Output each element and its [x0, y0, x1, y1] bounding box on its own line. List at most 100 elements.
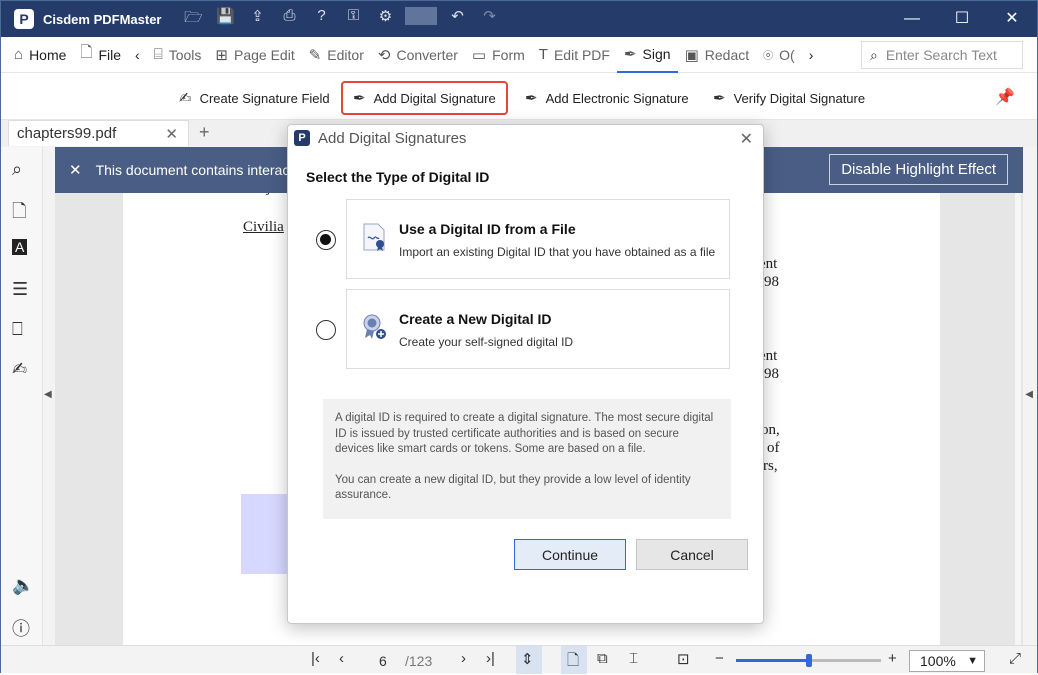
fullscreen-icon[interactable]: ⤢ [1009, 650, 1021, 667]
dialog-header: P Add Digital Signatures ✕ [288, 125, 763, 151]
create-signature-field-button[interactable]: ✍ Create Signature Field [169, 81, 340, 115]
two-page-icon[interactable]: ⧉ [597, 650, 608, 667]
banner-message: This document contains interac [95, 162, 290, 178]
menu-home[interactable]: ⌂ Home [7, 37, 73, 73]
menu-page-edit[interactable]: ⊞ Page Edit [208, 37, 301, 73]
verify-digital-signature-button[interactable]: ✒ Verify Digital Signature [703, 81, 875, 115]
option-description: Create your self-signed digital ID [399, 335, 574, 349]
close-tab-icon[interactable]: ✕ [165, 125, 178, 143]
collapse-left-icon[interactable]: ◀ [44, 389, 52, 400]
menu-form[interactable]: ▭ Form [465, 37, 532, 73]
add-tab-icon[interactable]: + [199, 122, 210, 143]
menu-tools[interactable]: ⌸ Tools [147, 37, 209, 73]
key-icon[interactable]: ⚿ [337, 7, 369, 32]
menu-ocr[interactable]: ⓞ O( [756, 37, 802, 73]
zoom-in-icon[interactable]: + [888, 650, 897, 667]
electronic-pen-icon: ✒ [525, 90, 538, 107]
info-panel: A digital ID is required to create a dig… [323, 399, 731, 519]
disable-highlight-button[interactable]: Disable Highlight Effect [829, 154, 1008, 185]
menu-ocr-label: O( [779, 46, 795, 63]
sign-toolbar: ✍ Create Signature Field ✒ Add Digital Sig… [1, 73, 1037, 120]
share-icon[interactable]: ⇪ [241, 7, 273, 32]
verify-digital-signature-label: Verify Digital Signature [733, 90, 866, 106]
redo-icon[interactable]: ↷ [473, 7, 505, 32]
app-title: Cisdem PDFMaster [43, 11, 162, 27]
tab-label: chapters99.pdf [17, 125, 117, 142]
radio-new-digital-id[interactable] [316, 320, 336, 340]
add-digital-signature-button[interactable]: ✒ Add Digital Signature [341, 81, 508, 115]
next-page-icon[interactable]: › [461, 650, 466, 667]
chevron-left-icon: ‹ [135, 46, 140, 63]
zoom-value: 100% [920, 653, 956, 669]
chevron-down-icon: ▼ [967, 655, 978, 667]
menu-page-edit-label: Page Edit [234, 46, 295, 63]
fit-page-icon[interactable]: ⊡ [677, 650, 690, 668]
zoom-out-icon[interactable]: − [715, 650, 724, 667]
current-page[interactable]: 6 [379, 653, 387, 669]
sidebar-speaker-icon[interactable]: 🔈 [12, 575, 34, 596]
sidebar-text-icon[interactable]: A [12, 239, 28, 255]
previous-page-icon[interactable]: ‹ [339, 650, 344, 667]
menu-redact[interactable]: ▣ Redact [678, 37, 757, 73]
sidebar-signature-icon[interactable]: ✍ [12, 359, 27, 380]
menu-sign[interactable]: ✒ Sign [616, 37, 678, 73]
sidebar-outline-icon[interactable]: ☰ [12, 279, 28, 300]
menu-editor-label: Editor [327, 46, 364, 63]
print-icon[interactable]: ⎙ [273, 7, 305, 32]
title-bar: P Cisdem PDFMaster 🗁 💾 ⇪ ⎙ ? ⚿ ⚙ ↶ ↷ — ☐… [1, 1, 1037, 37]
save-icon[interactable]: 💾 [209, 7, 241, 32]
cancel-button[interactable]: Cancel [636, 539, 748, 570]
dialog-close-icon[interactable]: ✕ [740, 129, 753, 149]
menu-file[interactable]: 🗋 File [73, 37, 128, 73]
text-select-icon[interactable]: ⌶ [629, 650, 638, 667]
help-icon[interactable]: ? [305, 7, 337, 32]
vertical-scrollbar[interactable] [1015, 193, 1021, 645]
minimize-button[interactable]: — [887, 1, 937, 37]
redact-icon: ▣ [684, 46, 699, 64]
sidebar-search-icon[interactable]: ⌕ [12, 159, 22, 180]
dialog-heading: Select the Type of Digital ID [306, 169, 490, 185]
zoom-slider[interactable] [736, 654, 881, 667]
app-window: P Cisdem PDFMaster 🗁 💾 ⇪ ⎙ ? ⚿ ⚙ ↶ ↷ — ☐… [0, 0, 1038, 674]
radio-digital-id-file[interactable] [316, 230, 336, 250]
option-new-digital-id[interactable]: Create a New Digital ID Create your self… [346, 289, 730, 369]
zoom-slider-knob[interactable] [806, 654, 812, 667]
undo-icon[interactable]: ↶ [441, 7, 473, 32]
option-title: Use a Digital ID from a File [399, 221, 576, 237]
settings-icon[interactable]: ⚙ [369, 7, 401, 32]
last-page-icon[interactable]: ›| [486, 650, 495, 667]
main-menu-bar: ⌂ Home 🗋 File ‹ ⌸ Tools ⊞ Page Edit ✎ Editor … [1, 37, 1037, 73]
sidebar-bookmark-icon[interactable]: ⎕ [12, 319, 23, 340]
continue-button[interactable]: Continue [514, 539, 626, 570]
close-window-button[interactable]: ✕ [987, 1, 1037, 37]
window-controls: — ☐ ✕ [887, 1, 1037, 37]
open-folder-icon[interactable]: 🗁 [177, 7, 209, 32]
sidebar-page-icon[interactable]: 🗋 [12, 199, 26, 229]
menu-edit-pdf[interactable]: T Edit PDF [532, 37, 617, 73]
menu-tools-label: Tools [168, 46, 202, 63]
app-logo: P [14, 9, 34, 29]
search-box[interactable]: ⌕ Enter Search Text [861, 41, 1023, 69]
maximize-button[interactable]: ☐ [937, 1, 987, 37]
pin-icon[interactable]: 📌 [995, 87, 1015, 107]
tab-chapters99[interactable]: chapters99.pdf ✕ [8, 120, 189, 146]
menu-scroll-right[interactable]: › [802, 37, 821, 73]
text-cursor-icon: T [538, 46, 548, 63]
first-page-icon[interactable]: |‹ [311, 650, 320, 667]
form-field-highlight[interactable] [241, 494, 291, 574]
menu-editor[interactable]: ✎ Editor [302, 37, 371, 73]
menu-form-label: Form [492, 46, 525, 63]
option-digital-id-file[interactable]: Use a Digital ID from a File Import an e… [346, 199, 730, 279]
page-text-line: 98 [764, 274, 779, 290]
collapse-right-icon[interactable]: ◀ [1025, 389, 1033, 400]
sidebar-info-icon[interactable]: ⓘ [12, 615, 30, 641]
option-title: Create a New Digital ID [399, 311, 552, 327]
add-electronic-signature-button[interactable]: ✒ Add Electronic Signature [515, 81, 699, 115]
close-banner-icon[interactable]: ✕ [69, 161, 82, 179]
certificate-file-icon [363, 223, 385, 251]
zoom-select[interactable]: 100% ▼ [909, 650, 985, 672]
page-text-line: 98 [764, 366, 779, 382]
add-digital-signature-label: Add Digital Signature [373, 90, 496, 106]
menu-scroll-left[interactable]: ‹ [128, 37, 147, 73]
menu-converter[interactable]: ⟲ Converter [371, 37, 465, 73]
